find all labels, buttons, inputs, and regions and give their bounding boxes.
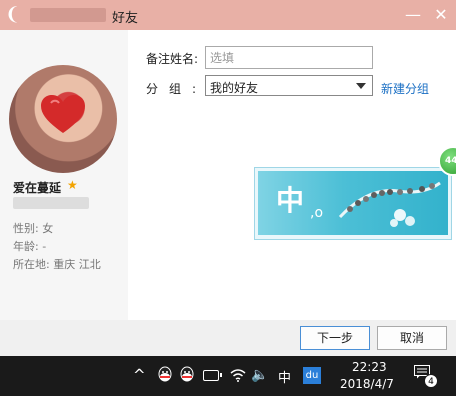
battery-icon[interactable] — [203, 370, 222, 381]
qq-tray-icon-2[interactable] — [179, 366, 195, 388]
ad-dots: ,o — [310, 205, 324, 221]
volume-icon[interactable]: 🔈 — [251, 367, 268, 383]
nickname: 爱在蔓延 — [13, 181, 62, 195]
title-redacted-name — [30, 8, 106, 22]
ad-banner[interactable]: 中 ,o — [258, 171, 448, 235]
add-friend-dialog: ❨ 好友 — ✕ 爱在蔓延 ★ 性别: 女 年龄: - 所在地: 重庆 江北 备… — [0, 0, 456, 356]
avatar — [9, 65, 117, 173]
remark-label: 备注姓名: — [146, 52, 199, 66]
heart-image — [41, 95, 85, 133]
gender-info: 性别: 女 — [13, 222, 54, 235]
wifi-icon[interactable] — [230, 368, 246, 386]
profile-panel: 爱在蔓延 ★ 性别: 女 年龄: - 所在地: 重庆 江北 — [0, 30, 128, 320]
remark-input[interactable] — [205, 46, 373, 69]
notification-count-badge: 4 — [424, 374, 438, 388]
clock-time[interactable]: 22:23 — [352, 360, 387, 374]
input-method-indicator[interactable]: 中 — [278, 367, 291, 386]
redacted-account-id — [13, 197, 89, 209]
chevron-up-icon[interactable]: ^ — [133, 366, 146, 384]
qq-tray-icon[interactable] — [157, 366, 173, 388]
next-button[interactable]: 下一步 — [300, 326, 370, 350]
location-info: 所在地: 重庆 江北 — [13, 258, 101, 271]
star-icon: ★ — [67, 178, 78, 192]
title-bar[interactable]: ❨ 好友 — ✕ — [0, 0, 456, 30]
new-group-link[interactable]: 新建分组 — [381, 80, 429, 97]
taskbar: ^ 🔈 中 du 22:23 2018/4/7 4 — [0, 356, 456, 396]
chevron-down-icon — [356, 83, 366, 89]
ad-panel[interactable]: 中 ,o — [254, 167, 452, 240]
age-info: 年龄: - — [13, 240, 47, 253]
dialog-footer: 下一步 取消 — [0, 320, 456, 356]
window-title: 好友 — [112, 11, 139, 26]
qq-app-icon: ❨ — [5, 4, 21, 25]
clock-date[interactable]: 2018/4/7 — [340, 377, 394, 391]
minimize-button[interactable]: — — [402, 5, 424, 25]
cancel-button[interactable]: 取消 — [377, 326, 447, 350]
bracelet-image — [338, 181, 441, 227]
ad-char: 中 — [276, 184, 305, 217]
group-select[interactable]: 我的好友 — [205, 75, 373, 96]
group-label: 分组: — [146, 82, 208, 96]
du-app-icon[interactable]: du — [303, 367, 321, 384]
close-button[interactable]: ✕ — [430, 5, 452, 25]
group-selected-value: 我的好友 — [210, 81, 259, 95]
